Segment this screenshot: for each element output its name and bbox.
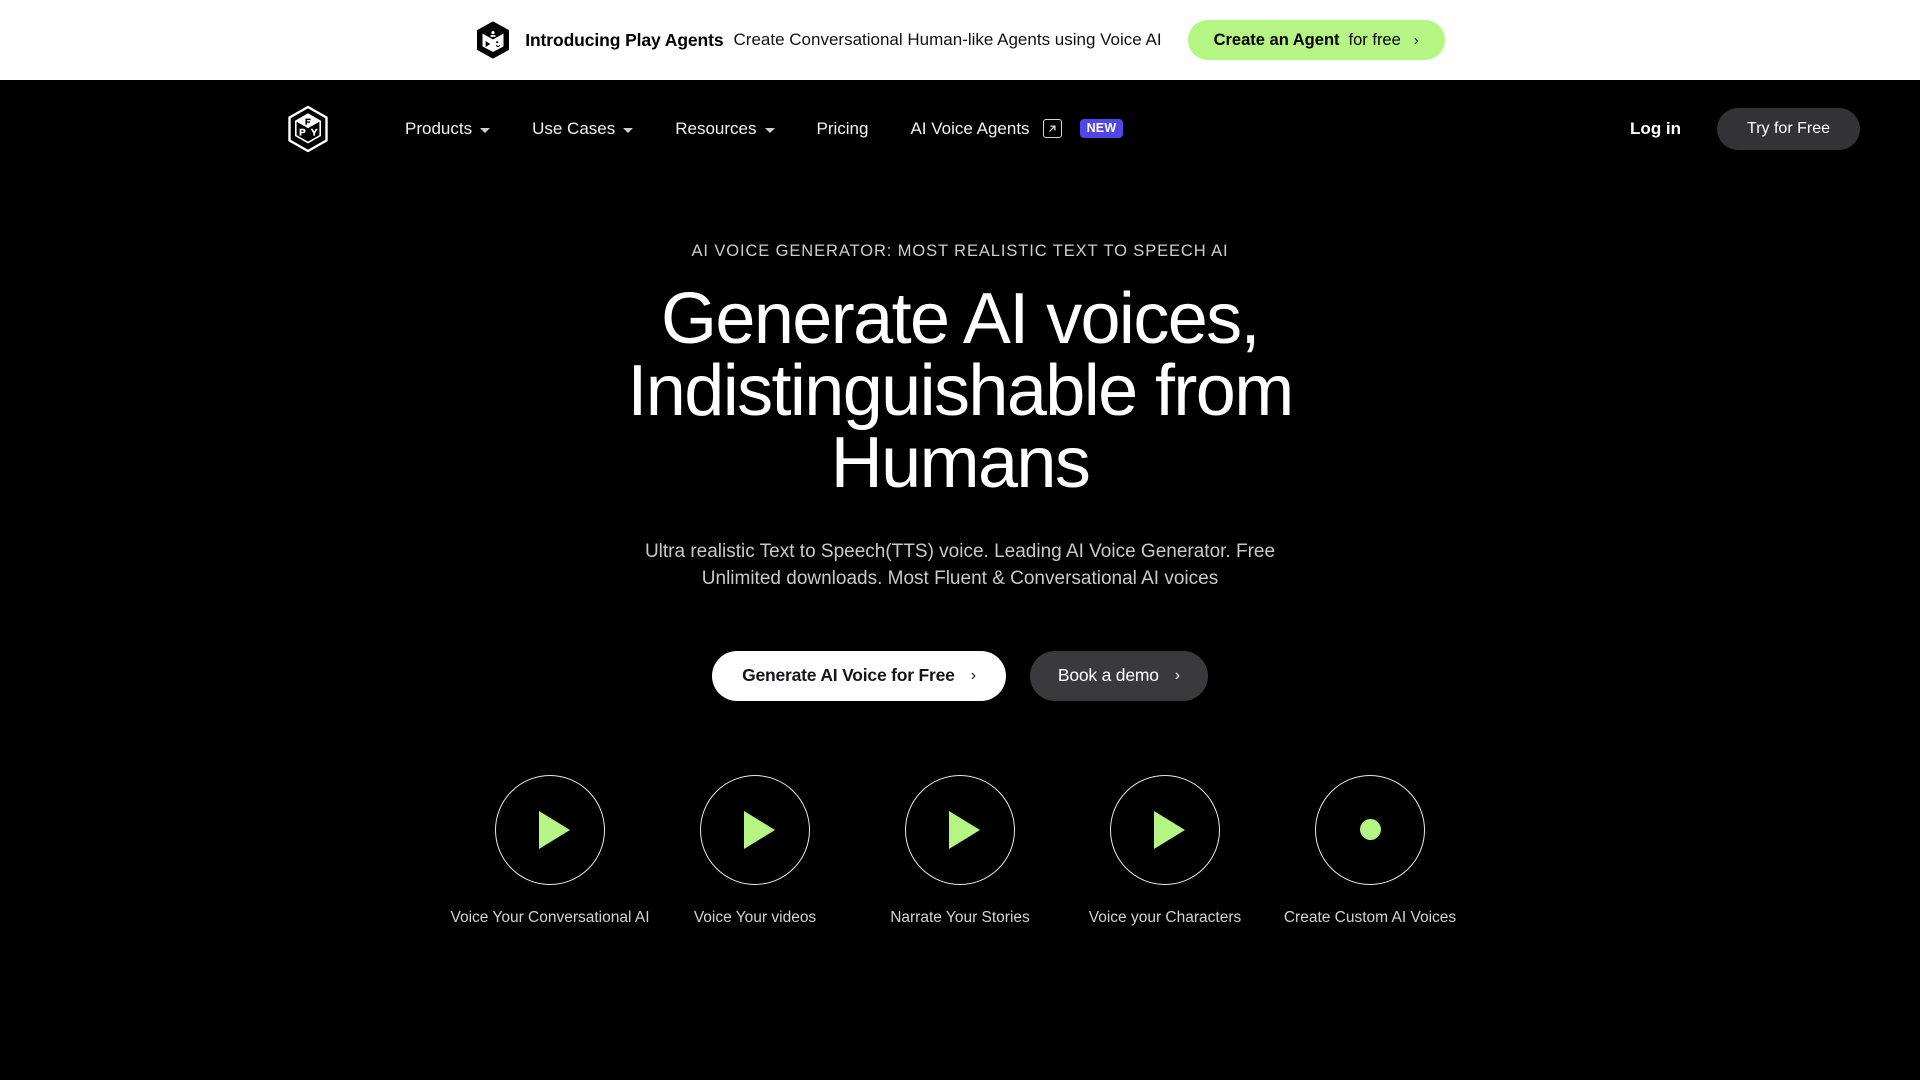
playht-cube-logo[interactable] (286, 105, 330, 153)
hero-subheadline: Ultra realistic Text to Speech(TTS) voic… (644, 541, 1276, 589)
nav-label: Resources (675, 118, 757, 138)
announcement-title: Introducing Play Agents (525, 29, 724, 50)
play-icon (743, 810, 775, 849)
chevron-down-icon (764, 127, 775, 133)
nav-label: Products (405, 118, 473, 138)
nav-actions: Log in Try for Free (1630, 107, 1860, 150)
play-agents-cube-icon (477, 21, 510, 59)
chevron-right-icon: › (970, 666, 976, 684)
login-link[interactable]: Log in (1630, 119, 1681, 139)
nav-links: Products Use Cases Resources Pricing AI … (384, 111, 1144, 147)
announcement-banner: Introducing Play Agents Create Conversat… (0, 0, 1920, 80)
use-case-label: Narrate Your Stories (890, 908, 1030, 926)
chevron-right-icon: › (1174, 666, 1180, 684)
play-button[interactable] (905, 774, 1015, 885)
nav-item-pricing[interactable]: Pricing (796, 111, 890, 147)
announcement-subtitle: Create Conversational Human-like Agents … (733, 30, 1162, 49)
create-an-agent-sublabel: for free (1348, 30, 1401, 49)
play-icon (538, 810, 570, 849)
generate-ai-voice-label: Generate AI Voice for Free (742, 665, 955, 686)
nav-label: AI Voice Agents (910, 118, 1030, 138)
play-button[interactable] (1110, 774, 1220, 885)
book-a-demo-label: Book a demo (1057, 665, 1159, 686)
use-case-play-row: Voice Your Conversational AI Voice Your … (0, 774, 1920, 927)
nav-item-use-cases[interactable]: Use Cases (511, 111, 654, 147)
use-case-label: Voice Your videos (693, 908, 817, 926)
nav-label: Use Cases (532, 118, 616, 138)
create-an-agent-button[interactable]: Create an Agent for free › (1187, 20, 1445, 60)
nav-item-products[interactable]: Products (384, 111, 511, 147)
try-for-free-button[interactable]: Try for Free (1717, 107, 1860, 150)
hero-section: AI VOICE GENERATOR: MOST REALISTIC TEXT … (0, 177, 1920, 927)
use-case-label: Voice your Characters (1088, 908, 1242, 926)
use-case-voice-your-characters[interactable]: Voice your Characters (1063, 774, 1268, 927)
book-a-demo-button[interactable]: Book a demo › (1029, 650, 1208, 701)
use-case-create-custom-ai-voices[interactable]: Create Custom AI Voices (1268, 774, 1473, 927)
nav-item-resources[interactable]: Resources (654, 111, 795, 147)
external-link-icon (1042, 119, 1062, 138)
chevron-down-icon (623, 127, 634, 133)
play-button[interactable] (700, 774, 810, 885)
hero-eyebrow: AI VOICE GENERATOR: MOST REALISTIC TEXT … (691, 242, 1229, 260)
record-dot-icon (1359, 819, 1381, 841)
chevron-right-icon: › (1413, 31, 1419, 49)
play-button[interactable] (495, 774, 605, 885)
record-button[interactable] (1315, 774, 1425, 885)
nav-item-ai-voice-agents[interactable]: AI Voice Agents NEW (889, 111, 1144, 147)
play-icon (1153, 810, 1185, 849)
use-case-narrate-your-stories[interactable]: Narrate Your Stories (858, 774, 1063, 927)
use-case-label: Create Custom AI Voices (1283, 908, 1457, 926)
nav-label: Pricing (816, 118, 869, 138)
play-icon (948, 810, 980, 849)
main-navbar: Products Use Cases Resources Pricing AI … (0, 80, 1920, 177)
use-case-voice-your-videos[interactable]: Voice Your videos (653, 774, 858, 927)
generate-ai-voice-button[interactable]: Generate AI Voice for Free › (712, 650, 1006, 701)
use-case-voice-your-conversational-ai[interactable]: Voice Your Conversational AI (448, 774, 653, 927)
new-badge: NEW (1079, 118, 1124, 139)
use-case-label: Voice Your Conversational AI (450, 908, 650, 926)
hero-cta-row: Generate AI Voice for Free › Book a demo… (0, 650, 1920, 701)
create-an-agent-label: Create an Agent (1213, 30, 1340, 49)
chevron-down-icon (480, 127, 491, 133)
hero-headline: Generate AI voices, Indistinguishable fr… (627, 279, 1294, 503)
